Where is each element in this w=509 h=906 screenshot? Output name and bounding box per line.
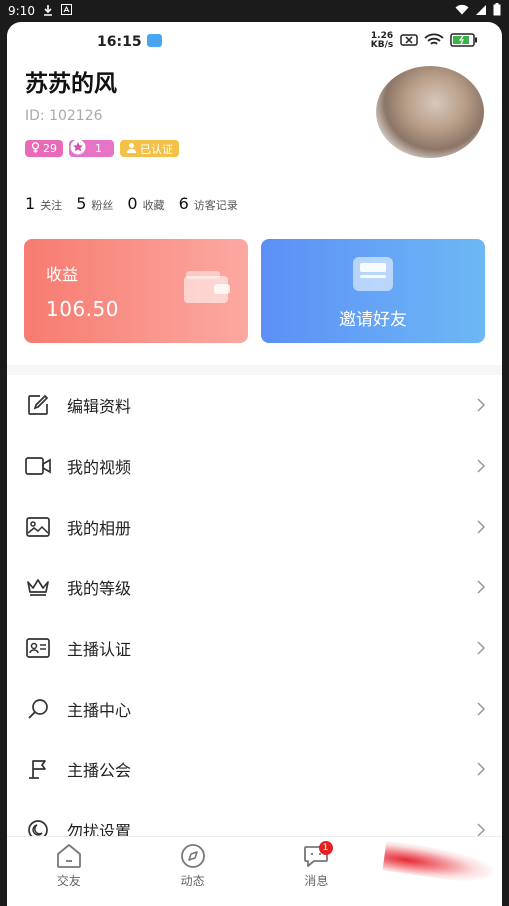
following-label: 关注 <box>40 199 63 212</box>
tab-label: 消息 <box>304 874 329 888</box>
income-amount: 106.50 <box>46 297 119 321</box>
settings-menu: 编辑资料 我的视频 我的相册 我的等级 主播认证 主播中心 主播公会 勿扰设置 <box>7 375 502 861</box>
menu-label: 我的视频 <box>67 458 132 478</box>
fans-label: 粉丝 <box>91 199 114 212</box>
wallet-icon <box>184 269 230 303</box>
gender-age-badge: 29 <box>25 140 63 157</box>
home-icon <box>55 843 83 869</box>
menu-label: 我的相册 <box>67 518 132 538</box>
download-icon <box>43 4 53 19</box>
visitors-stat[interactable]: 6 访客记录 <box>179 194 238 213</box>
section-divider <box>7 365 502 375</box>
avatar[interactable] <box>376 66 484 158</box>
level-text: 1 <box>95 142 102 155</box>
net-speed: 1.26 KB/s <box>370 31 394 50</box>
app-screen: 16:15 1.26 KB/s 苏苏的风 ID: 102126 29 1 已认证… <box>7 22 502 906</box>
menu-label: 编辑资料 <box>67 397 132 417</box>
tab-label: 交友 <box>56 874 81 888</box>
menu-my-level[interactable]: 我的等级 <box>7 557 502 618</box>
invite-friends-card[interactable]: 邀请好友 <box>261 239 485 343</box>
tab-messages[interactable]: 1 消息 <box>255 837 379 906</box>
visitors-count: 6 <box>178 194 189 213</box>
verified-badge: 已认证 <box>120 140 179 157</box>
invite-friends-label: 邀请好友 <box>339 310 407 330</box>
following-count: 1 <box>25 194 36 213</box>
system-status-bar: 9:10 <box>0 0 509 22</box>
envelope-icon <box>353 257 393 293</box>
visitors-label: 访客记录 <box>193 199 238 212</box>
profile-name: 苏苏的风 <box>25 71 117 97</box>
income-title: 收益 <box>46 265 79 284</box>
system-time: 9:10 <box>8 4 35 18</box>
tab-feed[interactable]: 动态 <box>131 837 255 906</box>
edit-icon <box>25 393 51 417</box>
tab-label: 动态 <box>180 874 205 888</box>
inner-battery-icon <box>450 32 478 50</box>
favorites-stat[interactable]: 0 收藏 <box>127 194 164 213</box>
level-badge: 1 <box>69 139 114 158</box>
wifi-icon <box>455 4 469 18</box>
menu-label: 主播中心 <box>67 700 132 720</box>
flag-icon <box>25 757 51 781</box>
menu-label: 我的等级 <box>67 579 132 599</box>
id-card-icon <box>25 636 51 660</box>
battery-icon <box>493 3 501 19</box>
chevron-right-icon <box>476 458 486 474</box>
photo-album-icon <box>25 515 51 539</box>
profile-badges: 29 1 已认证 <box>25 139 179 158</box>
profile-id: ID: 102126 <box>25 108 103 124</box>
menu-label: 主播认证 <box>67 640 132 660</box>
menu-label: 主播公会 <box>67 761 132 781</box>
verified-text: 已认证 <box>140 142 173 156</box>
search-icon <box>25 697 51 721</box>
menu-edit-profile[interactable]: 编辑资料 <box>7 375 502 436</box>
crown-icon <box>25 575 51 599</box>
star-icon <box>70 139 86 158</box>
inner-time: 16:15 <box>97 34 142 50</box>
favorites-label: 收藏 <box>142 199 165 212</box>
menu-anchor-center[interactable]: 主播中心 <box>7 678 502 739</box>
chevron-right-icon <box>476 519 486 535</box>
sim-icon <box>400 33 418 49</box>
chevron-right-icon <box>476 761 486 777</box>
chevron-right-icon <box>476 640 486 656</box>
user-icon <box>126 142 137 156</box>
chevron-right-icon <box>476 397 486 413</box>
chevron-right-icon <box>476 701 486 717</box>
chevron-right-icon <box>476 579 486 595</box>
menu-my-videos[interactable]: 我的视频 <box>7 436 502 497</box>
inner-status-bar: 16:15 1.26 KB/s <box>7 22 502 62</box>
female-icon <box>31 141 40 156</box>
income-card[interactable]: 收益 106.50 <box>24 239 248 343</box>
inner-wifi-icon <box>424 33 444 50</box>
menu-anchor-guild[interactable]: 主播公会 <box>7 739 502 800</box>
fans-stat[interactable]: 5 粉丝 <box>76 194 113 213</box>
profile-stats: 1 关注 5 粉丝 0 收藏 6 访客记录 <box>25 194 238 213</box>
unread-badge: 1 <box>318 841 333 855</box>
video-icon <box>25 454 51 478</box>
tab-friends[interactable]: 交友 <box>7 837 131 906</box>
age-text: 29 <box>43 142 57 155</box>
menu-anchor-verification[interactable]: 主播认证 <box>7 618 502 679</box>
signal-icon <box>475 4 487 19</box>
following-stat[interactable]: 1 关注 <box>25 194 62 213</box>
favorites-count: 0 <box>127 194 138 213</box>
fans-count: 5 <box>76 194 87 213</box>
compass-icon <box>179 843 207 869</box>
menu-my-album[interactable]: 我的相册 <box>7 496 502 557</box>
app-status-icon <box>147 34 162 47</box>
app-notification-icon <box>60 4 72 18</box>
